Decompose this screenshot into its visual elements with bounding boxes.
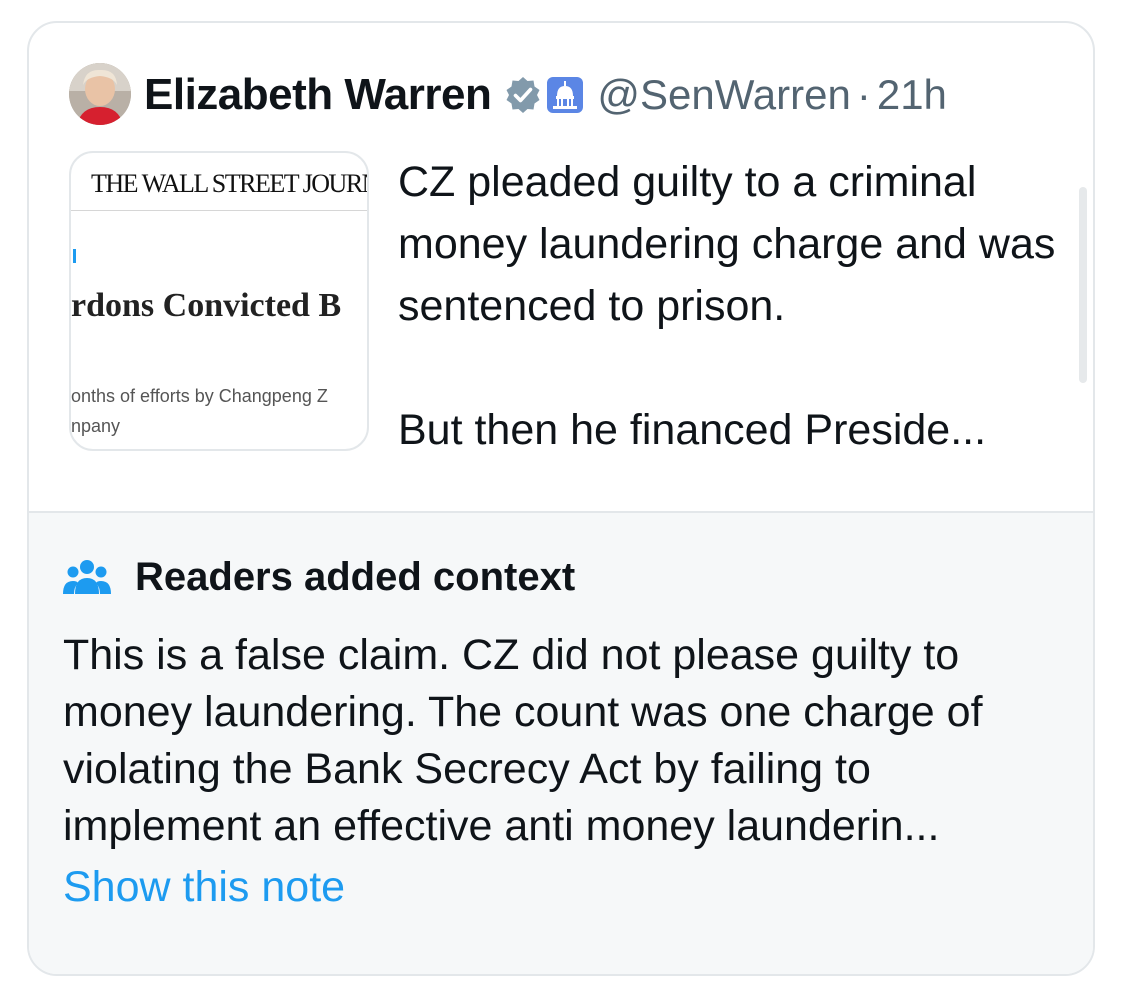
scrollbar-thumb[interactable] — [1079, 187, 1087, 383]
link-card-masthead: THE WALL STREET JOURNAL — [71, 153, 367, 211]
community-note[interactable]: Readers added context This is a false cl… — [29, 511, 1093, 974]
post-header: Elizabeth Warren @SenWarren · 21h — [144, 67, 947, 123]
avatar[interactable] — [69, 63, 131, 125]
link-card-subtext-line-2: npany — [71, 416, 121, 436]
separator-dot: · — [856, 71, 871, 118]
post[interactable]: Elizabeth Warren @SenWarren · 21h THE WA… — [29, 23, 1093, 511]
author-name[interactable]: Elizabeth Warren — [144, 70, 492, 120]
people-icon — [63, 558, 111, 598]
show-note-link[interactable]: Show this note — [63, 863, 345, 912]
link-card-accent — [73, 249, 76, 263]
post-text[interactable]: CZ pleaded guilty to a criminal money la… — [398, 151, 1088, 461]
post-card[interactable]: Elizabeth Warren @SenWarren · 21h THE WA… — [27, 21, 1095, 976]
link-card-subtext: onths of efforts by Changpeng Z npany — [71, 381, 367, 441]
capitol-building-icon[interactable] — [547, 77, 584, 113]
post-timestamp[interactable]: 21h — [877, 71, 947, 119]
author-handle[interactable]: @SenWarren — [597, 71, 851, 119]
link-card-thumbnail[interactable]: THE WALL STREET JOURNAL rdons Convicted … — [69, 151, 369, 451]
community-note-body: This is a false claim. CZ did not please… — [63, 631, 983, 850]
community-note-title: Readers added context — [135, 555, 576, 599]
community-note-header: Readers added context — [63, 555, 575, 600]
link-card-subtext-line-1: onths of efforts by Changpeng Z — [71, 386, 328, 406]
link-card-headline: rdons Convicted B — [71, 287, 342, 324]
verified-badge-icon[interactable] — [503, 75, 543, 115]
